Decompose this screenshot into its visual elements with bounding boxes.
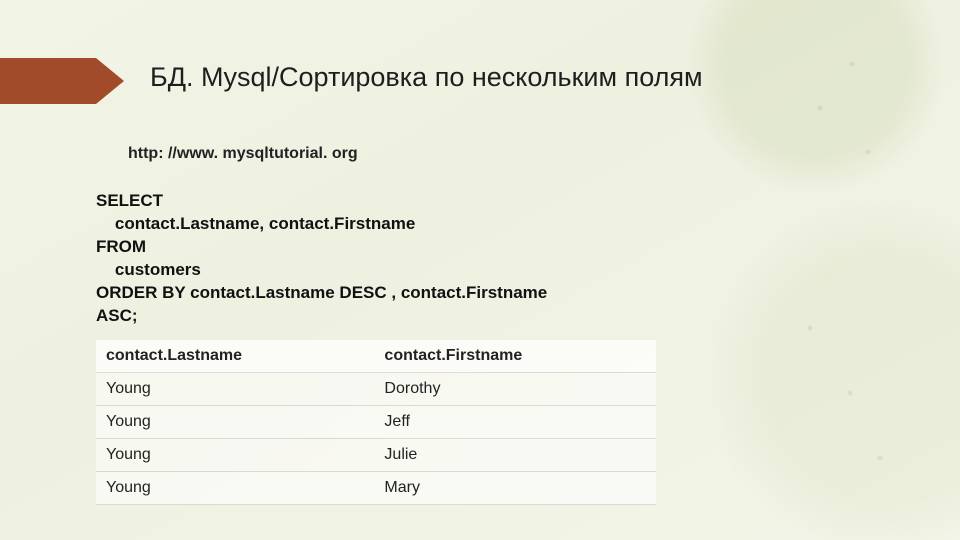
table-row: Young Dorothy <box>96 373 656 406</box>
sql-line: ORDER BY contact.Lastname DESC , contact… <box>96 283 547 302</box>
cell-firstname: Mary <box>374 472 656 505</box>
sql-line: customers <box>96 260 201 279</box>
decoration-vine <box>730 250 930 510</box>
table-row: Young Julie <box>96 439 656 472</box>
table-header-row: contact.Lastname contact.Firstname <box>96 340 656 373</box>
cell-firstname: Julie <box>374 439 656 472</box>
table-row: Young Mary <box>96 472 656 505</box>
arrow-icon <box>0 58 130 104</box>
sql-line: ASC; <box>96 306 138 325</box>
column-header: contact.Firstname <box>374 340 656 373</box>
sql-line: FROM <box>96 237 146 256</box>
decoration-vine <box>740 20 900 240</box>
result-table: contact.Lastname contact.Firstname Young… <box>96 340 656 505</box>
page-title: БД. Mysql/Сортировка по нескольким полям <box>150 62 703 93</box>
cell-lastname: Young <box>96 439 374 472</box>
sql-line: contact.Lastname, contact.Firstname <box>96 214 415 233</box>
slide: БД. Mysql/Сортировка по нескольким полям… <box>0 0 960 540</box>
sql-line: SELECT <box>96 191 163 210</box>
cell-firstname: Dorothy <box>374 373 656 406</box>
table-row: Young Jeff <box>96 406 656 439</box>
cell-lastname: Young <box>96 472 374 505</box>
cell-lastname: Young <box>96 406 374 439</box>
column-header: contact.Lastname <box>96 340 374 373</box>
sql-code: SELECT contact.Lastname, contact.Firstna… <box>96 190 616 328</box>
cell-lastname: Young <box>96 373 374 406</box>
source-url: http: //www. mysqltutorial. org <box>128 145 358 163</box>
cell-firstname: Jeff <box>374 406 656 439</box>
